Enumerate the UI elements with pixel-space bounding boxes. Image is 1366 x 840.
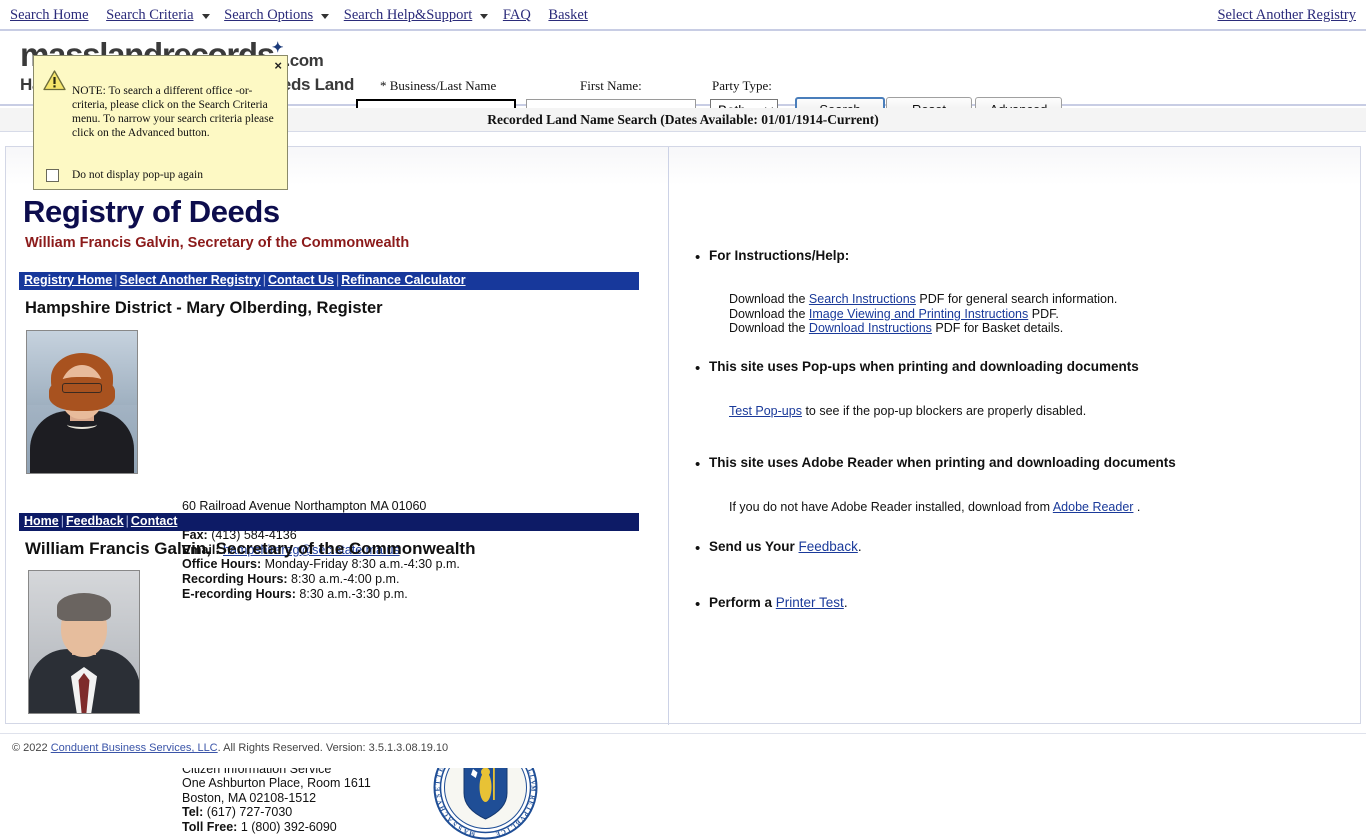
secretary-title: William Francis Galvin, Secretary of the…	[25, 539, 476, 558]
popup-note-text: NOTE: To search a different office -or- …	[72, 85, 274, 139]
search-instructions-link[interactable]: Search Instructions	[809, 292, 916, 306]
instructions-help-body: Download the Search Instructions PDF for…	[729, 292, 1117, 336]
left-panel: Registry of Deeds William Francis Galvin…	[6, 147, 668, 840]
adobe-reader-post: .	[1133, 500, 1141, 514]
register-erecording-hours-label: E-recording Hours:	[182, 586, 296, 601]
nav-item-search-options[interactable]: Search Options	[224, 7, 313, 24]
printer-test-post: .	[843, 595, 848, 610]
do-not-display-checkbox[interactable]	[46, 169, 59, 182]
svg-text:M: M	[529, 785, 536, 791]
top-nav-left-links: Search Home Search Criteria Search Optio…	[10, 7, 593, 24]
register-office-hours-label: Office Hours:	[182, 557, 262, 572]
feedback-post: .	[857, 539, 862, 554]
top-navigation-bar: Search Home Search Criteria Search Optio…	[0, 0, 1366, 31]
search-instructions-pre: Download the	[729, 292, 809, 306]
page-subtitle: William Francis Galvin, Secretary of the…	[25, 235, 410, 251]
nav-item-search-home[interactable]: Search Home	[10, 7, 89, 24]
secondary-nav-contact[interactable]: Contact	[131, 514, 178, 528]
bullet-icon: •	[695, 249, 701, 266]
top-nav-right-links: Select Another Registry	[1217, 7, 1356, 24]
footer-rights-version: . All Rights Reserved. Version: 3.5.1.3.…	[217, 742, 449, 754]
nav-item-basket[interactable]: Basket	[548, 7, 587, 24]
feedback-link[interactable]: Feedback	[799, 539, 858, 554]
bullet-icon: •	[695, 596, 701, 613]
test-popups-link[interactable]: Test Pop-ups	[729, 404, 802, 418]
registry-nav-contact-us[interactable]: Contact Us	[268, 273, 334, 287]
logo-dotcom: .com	[285, 51, 324, 70]
page-footer: © 2022 Conduent Business Services, LLC. …	[0, 733, 1366, 768]
bullet-icon: •	[695, 360, 701, 377]
adobe-reader-link[interactable]: Adobe Reader	[1053, 500, 1134, 514]
image-viewing-pre: Download the	[729, 306, 809, 321]
registry-nav-refinance-calculator[interactable]: Refinance Calculator	[341, 273, 465, 287]
logo-star-icon: ✦	[271, 39, 284, 55]
nav-item-faq[interactable]: FAQ	[503, 7, 531, 24]
adobe-reader-heading: • This site uses Adobe Reader when print…	[695, 455, 1176, 473]
image-viewing-post: PDF.	[1028, 306, 1059, 321]
secondary-nav-feedback[interactable]: Feedback	[66, 514, 124, 528]
search-instructions-post: PDF for general search information.	[915, 292, 1118, 306]
test-popups-post: to see if the pop-up blockers are proper…	[801, 404, 1087, 418]
registry-nav-select-another-registry[interactable]: Select Another Registry	[119, 273, 260, 287]
download-instructions-post: PDF for Basket details.	[931, 321, 1064, 335]
chevron-down-icon[interactable]	[321, 14, 330, 20]
secretary-line3: One Ashburton Place, Room 1611	[182, 776, 371, 791]
registry-nav-registry-home[interactable]: Registry Home	[24, 273, 112, 287]
feedback-item: • Send us Your Feedback.	[695, 539, 862, 557]
download-instructions-pre: Download the	[729, 321, 809, 335]
registry-nav-bar: Registry Home | Select Another Registry | Co…	[19, 272, 639, 290]
secondary-nav-home[interactable]: Home	[24, 514, 59, 528]
chevron-down-icon[interactable]	[480, 14, 489, 20]
district-title: Hampshire District - Mary Olberding, Reg…	[25, 299, 383, 317]
register-portrait-photo	[26, 330, 138, 474]
feedback-pre: Send us Your	[709, 539, 799, 554]
printer-test-item: • Perform a Printer Test.	[695, 595, 848, 613]
popup-note: × NOTE: To search a different office -or…	[33, 55, 288, 190]
secretary-tollfree-label: Toll Free:	[182, 819, 238, 834]
footer-company-link[interactable]: Conduent Business Services, LLC	[51, 742, 218, 754]
warning-icon	[43, 70, 66, 91]
popups-body: Test Pop-ups to see if the pop-up blocke…	[729, 404, 1086, 419]
secretary-tollfree: 1 (800) 392-6090	[240, 819, 337, 834]
instructions-help-heading: • For Instructions/Help:	[695, 248, 850, 266]
nav-item-search-help-support[interactable]: Search Help&Support	[344, 7, 472, 24]
register-recording-hours-label: Recording Hours:	[182, 571, 288, 586]
printer-test-link[interactable]: Printer Test	[776, 595, 844, 610]
secondary-nav-bar: Home | Feedback | Contact	[19, 513, 639, 531]
popups-heading: • This site uses Pop-ups when printing a…	[695, 359, 1139, 377]
nav-item-search-criteria[interactable]: Search Criteria	[106, 7, 193, 24]
do-not-display-checkbox-label: Do not display pop-up again	[72, 169, 203, 181]
secretary-line4: Boston, MA 02108-1512	[182, 790, 317, 805]
main-content-frame: Registry of Deeds William Francis Galvin…	[5, 146, 1362, 840]
register-recording-hours: 8:30 a.m.-4:00 p.m.	[291, 571, 400, 586]
right-panel: • For Instructions/Help: Download the Se…	[669, 147, 1362, 725]
register-erecording-hours: 8:30 a.m.-3:30 p.m.	[299, 586, 408, 601]
secretary-portrait-photo	[28, 570, 140, 714]
close-icon[interactable]: ×	[274, 58, 282, 73]
footer-copyright: © 2022 Conduent Business Services, LLC. …	[12, 742, 448, 754]
svg-text:E: E	[434, 787, 441, 792]
business-lastname-label: * Business/Last Name	[380, 78, 497, 93]
footer-copyright-year: © 2022	[12, 742, 51, 754]
party-type-label: Party Type:	[712, 78, 772, 93]
page-title: Registry of Deeds	[23, 194, 280, 229]
secretary-tel: (617) 727-7030	[206, 805, 293, 820]
firstname-label: First Name:	[580, 78, 642, 93]
download-instructions-link[interactable]: Download Instructions	[809, 321, 932, 335]
bullet-icon: •	[695, 540, 701, 557]
bullet-icon: •	[695, 456, 701, 473]
chevron-down-icon[interactable]	[201, 14, 210, 20]
register-address: 60 Railroad Avenue Northampton MA 01060	[182, 499, 427, 513]
adobe-reader-pre: If you do not have Adobe Reader installe…	[729, 500, 1053, 514]
adobe-reader-body: If you do not have Adobe Reader installe…	[729, 500, 1140, 515]
printer-test-pre: Perform a	[709, 595, 776, 610]
nav-item-select-another-registry[interactable]: Select Another Registry	[1217, 7, 1356, 24]
register-office-hours: Monday-Friday 8:30 a.m.-4:30 p.m.	[264, 557, 460, 572]
image-viewing-printing-instructions-link[interactable]: Image Viewing and Printing Instructions	[809, 307, 1028, 321]
secretary-tel-label: Tel:	[182, 805, 204, 820]
